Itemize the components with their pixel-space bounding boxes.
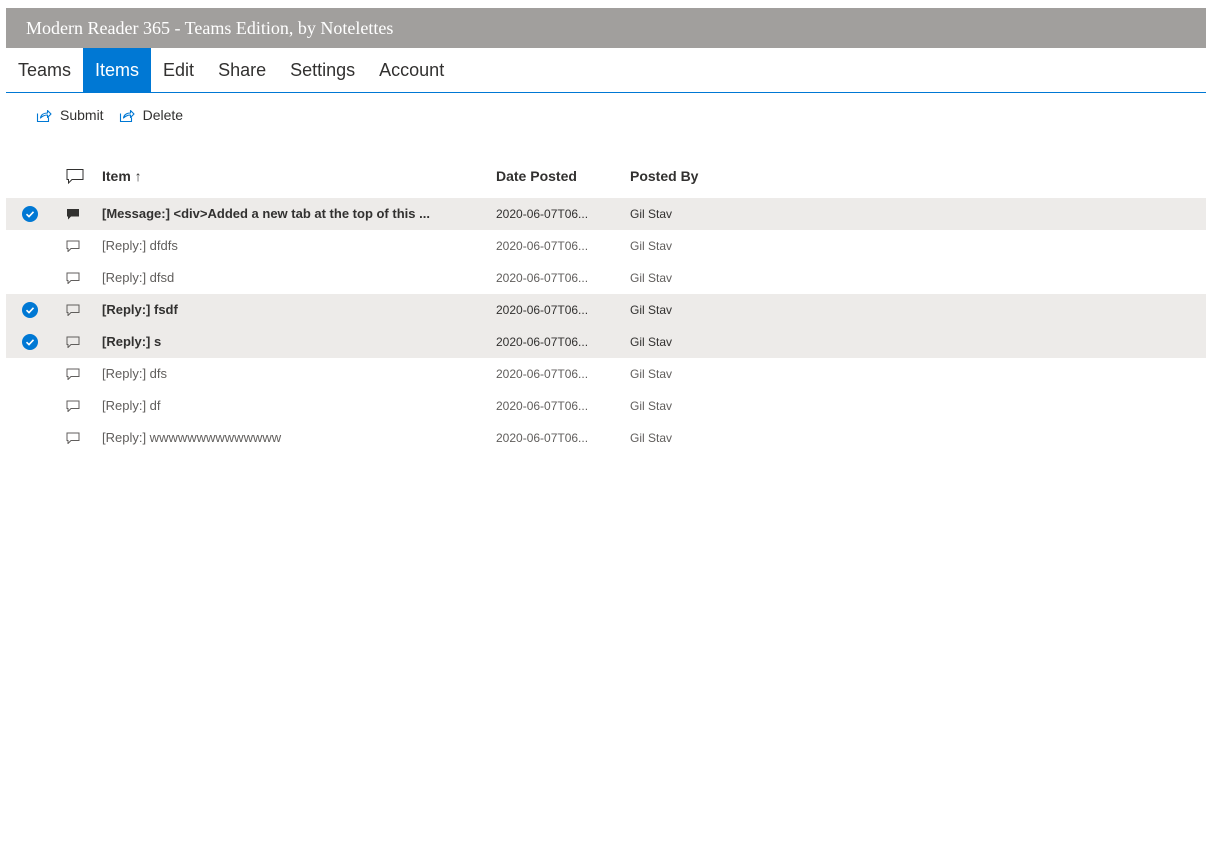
item-type: [66, 358, 86, 390]
item-type: [66, 262, 86, 294]
reply-comment-icon: [66, 400, 80, 412]
list-item[interactable]: [Reply:] dfdfs 2020-06-07T06... Gil Stav: [6, 230, 1206, 262]
item-date: 2020-06-07T06...: [496, 271, 589, 285]
reply-comment-icon: [66, 336, 80, 348]
item-date: 2020-06-07T06...: [496, 239, 589, 253]
item-type: [66, 422, 86, 454]
item-type: [66, 198, 86, 230]
item-column-header[interactable]: Item ↑: [102, 160, 222, 192]
row-checkbox[interactable]: [20, 294, 40, 326]
item-posted-by: Gil Stav: [630, 239, 673, 253]
item-list: [Message:] <div>Added a new tab at the t…: [6, 198, 1206, 454]
tab-teams[interactable]: Teams: [6, 48, 83, 92]
item-title[interactable]: [Reply:] fsdf: [102, 294, 482, 326]
tab-settings[interactable]: Settings: [278, 48, 367, 92]
share-icon: [36, 109, 52, 123]
reply-comment-icon: [66, 368, 80, 380]
list-item[interactable]: [Message:] <div>Added a new tab at the t…: [6, 198, 1206, 230]
item-title[interactable]: [Reply:] s: [102, 326, 482, 358]
list-item[interactable]: [Reply:] dfs 2020-06-07T06... Gil Stav: [6, 358, 1206, 390]
submit-label: Submit: [60, 107, 104, 123]
tab-share[interactable]: Share: [206, 48, 278, 92]
checkmark-circle-icon: [22, 334, 38, 350]
list-item[interactable]: [Reply:] wwwwwwwwwwwwww 2020-06-07T06... G…: [6, 422, 1206, 454]
tab-bar: Teams Items Edit Share Settings Account: [6, 48, 1206, 93]
row-checkbox[interactable]: [20, 390, 40, 422]
reply-comment-icon: [66, 304, 80, 316]
item-type: [66, 230, 86, 262]
date-column-header[interactable]: Date Posted: [496, 160, 616, 192]
checkmark-circle-icon: [22, 206, 38, 222]
row-checkbox[interactable]: [20, 230, 40, 262]
list-item[interactable]: [Reply:] df 2020-06-07T06... Gil Stav: [6, 390, 1206, 422]
item-title[interactable]: [Reply:] dfdfs: [102, 230, 482, 262]
reply-comment-icon: [66, 432, 80, 444]
row-checkbox[interactable]: [20, 422, 40, 454]
item-title[interactable]: [Reply:] wwwwwwwwwwwwww: [102, 422, 482, 454]
item-posted-by: Gil Stav: [630, 271, 673, 285]
reply-comment-icon: [66, 240, 80, 252]
delete-button[interactable]: Delete: [119, 107, 183, 123]
list-item[interactable]: [Reply:] s 2020-06-07T06... Gil Stav: [6, 326, 1206, 358]
type-column-header[interactable]: [66, 160, 86, 192]
item-date: 2020-06-07T06...: [496, 303, 589, 317]
row-checkbox[interactable]: [20, 198, 40, 230]
tab-account[interactable]: Account: [367, 48, 456, 92]
item-type: [66, 390, 86, 422]
row-checkbox[interactable]: [20, 262, 40, 294]
item-date: 2020-06-07T06...: [496, 399, 589, 413]
item-date: 2020-06-07T06...: [496, 431, 589, 445]
item-date: 2020-06-07T06...: [496, 367, 589, 381]
item-title[interactable]: [Reply:] df: [102, 390, 482, 422]
list-item[interactable]: [Reply:] fsdf 2020-06-07T06... Gil Stav: [6, 294, 1206, 326]
command-bar: Submit Delete: [36, 104, 198, 126]
item-posted-by: Gil Stav: [630, 431, 673, 445]
item-date: 2020-06-07T06...: [496, 335, 589, 349]
message-icon: [67, 209, 79, 220]
comment-icon: [66, 169, 84, 185]
app-title: Modern Reader 365 - Teams Edition, by No…: [26, 18, 394, 38]
item-posted-by: Gil Stav: [630, 399, 673, 413]
list-item[interactable]: [Reply:] dfsd 2020-06-07T06... Gil Stav: [6, 262, 1206, 294]
item-date: 2020-06-07T06...: [496, 207, 589, 221]
item-title[interactable]: [Message:] <div>Added a new tab at the t…: [102, 198, 482, 230]
delete-label: Delete: [142, 107, 184, 123]
item-posted-by: Gil Stav: [630, 303, 673, 317]
posted-by-column-header[interactable]: Posted By: [630, 160, 750, 192]
item-posted-by: Gil Stav: [630, 367, 673, 381]
item-posted-by: Gil Stav: [630, 207, 673, 221]
tab-edit[interactable]: Edit: [151, 48, 206, 92]
item-type: [66, 326, 86, 358]
app-title-bar: Modern Reader 365 - Teams Edition, by No…: [6, 8, 1206, 48]
item-type: [66, 294, 86, 326]
item-posted-by: Gil Stav: [630, 335, 673, 349]
list-header: Item ↑ Date Posted Posted By: [6, 160, 1206, 192]
reply-comment-icon: [66, 272, 80, 284]
submit-button[interactable]: Submit: [36, 107, 104, 123]
row-checkbox[interactable]: [20, 358, 40, 390]
share-icon: [119, 109, 135, 123]
checkmark-circle-icon: [22, 302, 38, 318]
row-checkbox[interactable]: [20, 326, 40, 358]
item-title[interactable]: [Reply:] dfsd: [102, 262, 482, 294]
tab-items[interactable]: Items: [83, 48, 152, 92]
item-title[interactable]: [Reply:] dfs: [102, 358, 482, 390]
